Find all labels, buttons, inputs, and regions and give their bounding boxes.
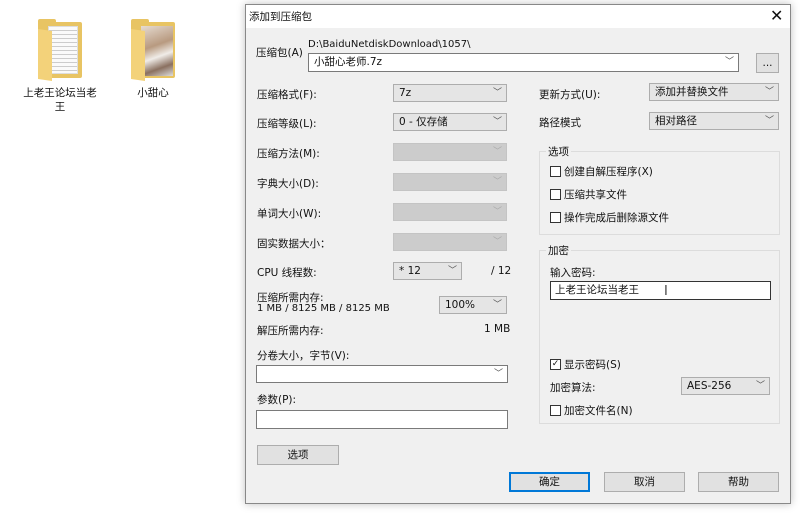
show-password-checkbox[interactable]: ✓ 显示密码(S) — [550, 357, 621, 372]
chevron-down-icon: ﹀ — [764, 87, 774, 97]
dialog-title: 添加到压缩包 — [249, 11, 312, 23]
archive-label: 压缩包(A) — [256, 47, 303, 59]
chevron-down-icon: ﹀ — [724, 57, 734, 67]
folder-icon — [131, 19, 175, 81]
volume-combo[interactable]: ﹀ — [256, 365, 508, 383]
checkbox-checked-icon: ✓ — [550, 359, 561, 370]
update-select[interactable]: 添加并替换文件 ﹀ — [649, 83, 779, 101]
cancel-button[interactable]: 取消 — [604, 472, 685, 492]
method-label: 压缩方法(M): — [257, 148, 320, 160]
params-input[interactable] — [256, 410, 508, 429]
chevron-down-icon: ﹀ — [447, 266, 457, 276]
pathmode-label: 路径模式 — [539, 117, 581, 129]
folder-label: 上老王论坛当老王 — [23, 87, 97, 113]
chevron-down-icon: ﹀ — [492, 207, 502, 217]
mem-detail: 1 MB / 8125 MB / 8125 MB — [257, 303, 390, 314]
chevron-down-icon: ﹀ — [492, 237, 502, 247]
checkbox-icon — [550, 166, 561, 177]
cpu-label: CPU 线程数: — [257, 267, 317, 279]
sfx-checkbox[interactable]: 创建自解压程序(X) — [550, 164, 653, 179]
shared-files-checkbox[interactable]: 压缩共享文件 — [550, 187, 627, 202]
dict-select: ﹀ — [393, 173, 507, 191]
desktop-folder-1[interactable]: 上老王论坛当老王 — [15, 19, 105, 114]
solid-label: 固实数据大小： — [257, 238, 331, 250]
checkbox-icon — [550, 212, 561, 223]
ok-button[interactable]: 确定 — [509, 472, 590, 492]
cpu-max: / 12 — [491, 265, 512, 277]
method-select: ﹀ — [393, 143, 507, 161]
text-cursor-icon: I — [664, 284, 668, 299]
params-label: 参数(P): — [257, 394, 297, 406]
help-button[interactable]: 帮助 — [698, 472, 779, 492]
solid-select: ﹀ — [393, 233, 507, 251]
checkbox-icon — [550, 405, 561, 416]
chevron-down-icon: ﹀ — [492, 300, 502, 310]
volume-label: 分卷大小，字节(V): — [257, 350, 350, 362]
encryption-group: 加密 输入密码: 上老王论坛当老王 I ✓ 显示密码(S) 加密算法: AES-2… — [539, 243, 780, 424]
archive-name-combo[interactable]: 小甜心老师.7z ﹀ — [308, 53, 739, 72]
delete-after-checkbox[interactable]: 操作完成后删除源文件 — [550, 210, 669, 225]
options-button[interactable]: 选项 — [257, 445, 339, 465]
enc-method-select[interactable]: AES-256 ﹀ — [681, 377, 770, 395]
cpu-select[interactable]: * 12 ﹀ — [393, 262, 462, 280]
add-to-archive-dialog: 添加到压缩包 ✕ 压缩包(A) D:\BaiduNetdiskDownload\… — [245, 4, 791, 504]
title-bar: 添加到压缩包 ✕ — [246, 5, 790, 28]
chevron-down-icon: ﹀ — [492, 177, 502, 187]
password-input[interactable]: 上老王论坛当老王 — [550, 281, 771, 300]
chevron-down-icon: ﹀ — [492, 88, 502, 98]
decomp-label: 解压所需内存: — [257, 325, 324, 337]
chevron-down-icon: ﹀ — [493, 369, 503, 379]
level-select[interactable]: 0 - 仅存储 ﹀ — [393, 113, 507, 131]
folder-label: 小甜心 — [137, 87, 169, 99]
enc-method-label: 加密算法: — [550, 382, 596, 394]
encrypt-names-checkbox[interactable]: 加密文件名(N) — [550, 403, 633, 418]
word-label: 单词大小(W): — [257, 208, 322, 220]
desktop-folder-2[interactable]: 小甜心 — [108, 19, 198, 100]
mem-select[interactable]: 100% ﹀ — [439, 296, 507, 314]
format-select[interactable]: 7z ﹀ — [393, 84, 507, 102]
checkbox-icon — [550, 189, 561, 200]
chevron-down-icon: ﹀ — [764, 116, 774, 126]
options-group: 选项 创建自解压程序(X) 压缩共享文件 操作完成后删除源文件 — [539, 144, 780, 235]
folder-icon — [38, 19, 82, 81]
chevron-down-icon: ﹀ — [755, 381, 765, 391]
archive-path: D:\BaiduNetdiskDownload\1057\ — [308, 39, 471, 50]
level-label: 压缩等级(L): — [257, 118, 317, 130]
password-label: 输入密码: — [550, 267, 596, 279]
chevron-down-icon: ﹀ — [492, 147, 502, 157]
dict-label: 字典大小(D): — [257, 178, 319, 190]
word-select: ﹀ — [393, 203, 507, 221]
options-group-title: 选项 — [546, 144, 571, 159]
update-label: 更新方式(U): — [539, 89, 601, 101]
browse-button[interactable]: ... — [756, 53, 779, 73]
chevron-down-icon: ﹀ — [492, 117, 502, 127]
encryption-group-title: 加密 — [546, 243, 571, 258]
close-icon[interactable]: ✕ — [770, 6, 783, 25]
format-label: 压缩格式(F): — [257, 89, 317, 101]
decomp-value: 1 MB — [484, 323, 511, 335]
pathmode-select[interactable]: 相对路径 ﹀ — [649, 112, 779, 130]
